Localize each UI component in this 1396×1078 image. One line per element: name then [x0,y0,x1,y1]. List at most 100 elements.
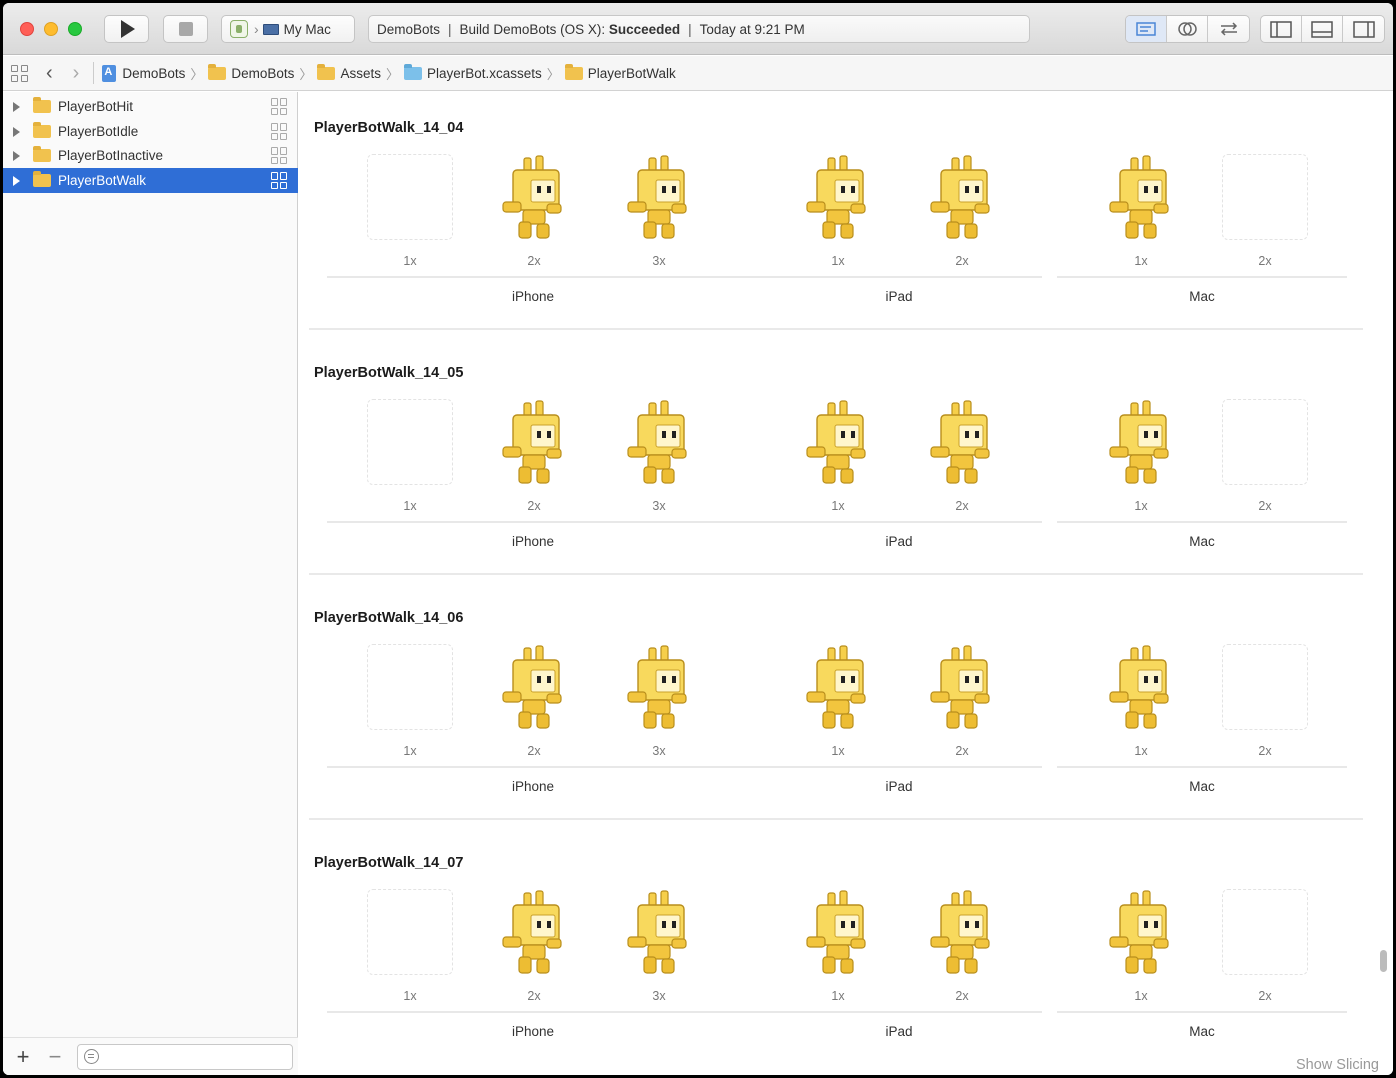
image-well[interactable] [795,644,881,730]
forward-arrow-icon[interactable]: › [73,63,80,83]
image-slot[interactable]: 2x [489,885,579,1005]
stop-button[interactable] [163,15,208,43]
image-slot[interactable]: 1x [793,150,883,270]
breadcrumb-item[interactable]: Assets [340,66,381,81]
image-slot[interactable]: 1x [1096,640,1186,760]
device-label: Mac [1189,1024,1215,1039]
scheme-selector[interactable]: › My Mac [221,15,355,43]
back-arrow-icon[interactable]: ‹ [46,63,53,83]
image-slot[interactable]: 1x [793,640,883,760]
empty-image-well[interactable] [367,154,453,240]
navigator-item-playerbotinactive[interactable]: PlayerBotInactive [3,143,298,168]
empty-image-well[interactable] [367,644,453,730]
standard-editor-button[interactable] [1126,16,1167,42]
image-well[interactable] [795,399,881,485]
image-slot[interactable]: 2x [917,640,1007,760]
image-slot[interactable]: 1x [793,885,883,1005]
navigator-item-playerbotidle[interactable]: PlayerBotIdle [3,119,298,144]
disclosure-triangle-icon[interactable] [13,175,20,186]
breadcrumb-item[interactable]: PlayerBot.xcassets [427,66,542,81]
image-well[interactable] [616,889,702,975]
image-slot[interactable]: 3x [614,885,704,1005]
image-slot[interactable]: 2x [489,640,579,760]
navigator-item-playerbothit[interactable]: PlayerBotHit [3,94,298,119]
close-window-button[interactable] [20,22,34,36]
device-label: Mac [1189,779,1215,794]
image-slot[interactable]: 1x [1096,885,1186,1005]
image-well[interactable] [1098,889,1184,975]
image-well[interactable] [795,154,881,240]
playerbot-sprite [502,645,562,729]
image-slot[interactable]: 1x [1096,395,1186,515]
vertical-scrollbar[interactable] [1380,950,1387,972]
toggle-navigator-button[interactable] [1261,16,1302,42]
image-set[interactable]: PlayerBotWalk_14_05 1x 2x 3x 1x 2x 1x 2x iPhone i… [299,337,1393,582]
image-set[interactable]: PlayerBotWalk_14_07 1x 2x 3x 1x 2x 1x 2x iPhone i… [299,827,1393,1072]
image-well[interactable] [1098,399,1184,485]
image-set[interactable]: PlayerBotWalk_14_06 1x 2x 3x 1x 2x 1x 2x iPhone i… [299,582,1393,827]
run-button[interactable] [104,15,149,43]
image-slot[interactable]: 1x [793,395,883,515]
image-slot[interactable]: 1x [1096,150,1186,270]
image-slot[interactable]: 1x [365,885,455,1005]
image-well[interactable] [919,154,1005,240]
image-slot[interactable]: 3x [614,150,704,270]
navigator-item-playerbotwalk[interactable]: PlayerBotWalk [3,168,298,193]
image-slot[interactable]: 2x [917,150,1007,270]
empty-image-well[interactable] [1222,644,1308,730]
remove-button[interactable]: − [45,1045,65,1068]
image-slot[interactable]: 2x [1220,395,1310,515]
image-well[interactable] [919,644,1005,730]
toggle-utilities-button[interactable] [1343,16,1384,42]
image-slot[interactable]: 1x [365,640,455,760]
image-well[interactable] [616,154,702,240]
disclosure-triangle-icon[interactable] [13,126,20,137]
add-button[interactable]: + [13,1045,33,1068]
image-slot[interactable]: 3x [614,640,704,760]
image-well[interactable] [795,889,881,975]
assistant-editor-button[interactable] [1167,16,1208,42]
image-slot[interactable]: 2x [489,395,579,515]
related-items-icon[interactable] [11,64,28,82]
image-slot[interactable]: 2x [1220,885,1310,1005]
image-slot[interactable]: 2x [917,885,1007,1005]
disclosure-triangle-icon[interactable] [13,150,20,161]
playerbot-sprite [627,155,687,239]
empty-image-well[interactable] [1222,399,1308,485]
image-slot[interactable]: 2x [917,395,1007,515]
image-slot[interactable]: 2x [1220,640,1310,760]
image-well[interactable] [491,154,577,240]
toggle-debug-area-button[interactable] [1302,16,1343,42]
image-well[interactable] [919,399,1005,485]
version-editor-button[interactable] [1208,16,1249,42]
image-well[interactable] [1098,644,1184,730]
empty-image-well[interactable] [367,889,453,975]
image-set[interactable]: PlayerBotWalk_14_04 1x 2x 3x 1x 2x 1x 2x iPhone i… [299,92,1393,337]
image-well[interactable] [491,889,577,975]
empty-image-well[interactable] [367,399,453,485]
empty-image-well[interactable] [1222,889,1308,975]
zoom-window-button[interactable] [68,22,82,36]
breadcrumb-item[interactable]: DemoBots [231,66,294,81]
image-slot[interactable]: 1x [365,395,455,515]
image-slot[interactable]: 3x [614,395,704,515]
image-slot[interactable]: 2x [489,150,579,270]
image-well[interactable] [491,644,577,730]
image-well[interactable] [616,644,702,730]
scale-label: 3x [652,499,666,513]
image-well[interactable] [491,399,577,485]
disclosure-triangle-icon[interactable] [13,101,20,112]
image-slot[interactable]: 1x [365,150,455,270]
device-group-divider [1057,521,1347,523]
show-slicing-button[interactable]: Show Slicing [1296,1057,1379,1073]
navigator-item-label: PlayerBotInactive [58,148,164,163]
image-well[interactable] [616,399,702,485]
image-well[interactable] [1098,154,1184,240]
image-slot[interactable]: 2x [1220,150,1310,270]
image-well[interactable] [919,889,1005,975]
minimize-window-button[interactable] [44,22,58,36]
breadcrumb-item[interactable]: DemoBots [122,66,185,81]
empty-image-well[interactable] [1222,154,1308,240]
filter-field[interactable] [77,1043,293,1070]
breadcrumb-item[interactable]: PlayerBotWalk [588,66,676,81]
